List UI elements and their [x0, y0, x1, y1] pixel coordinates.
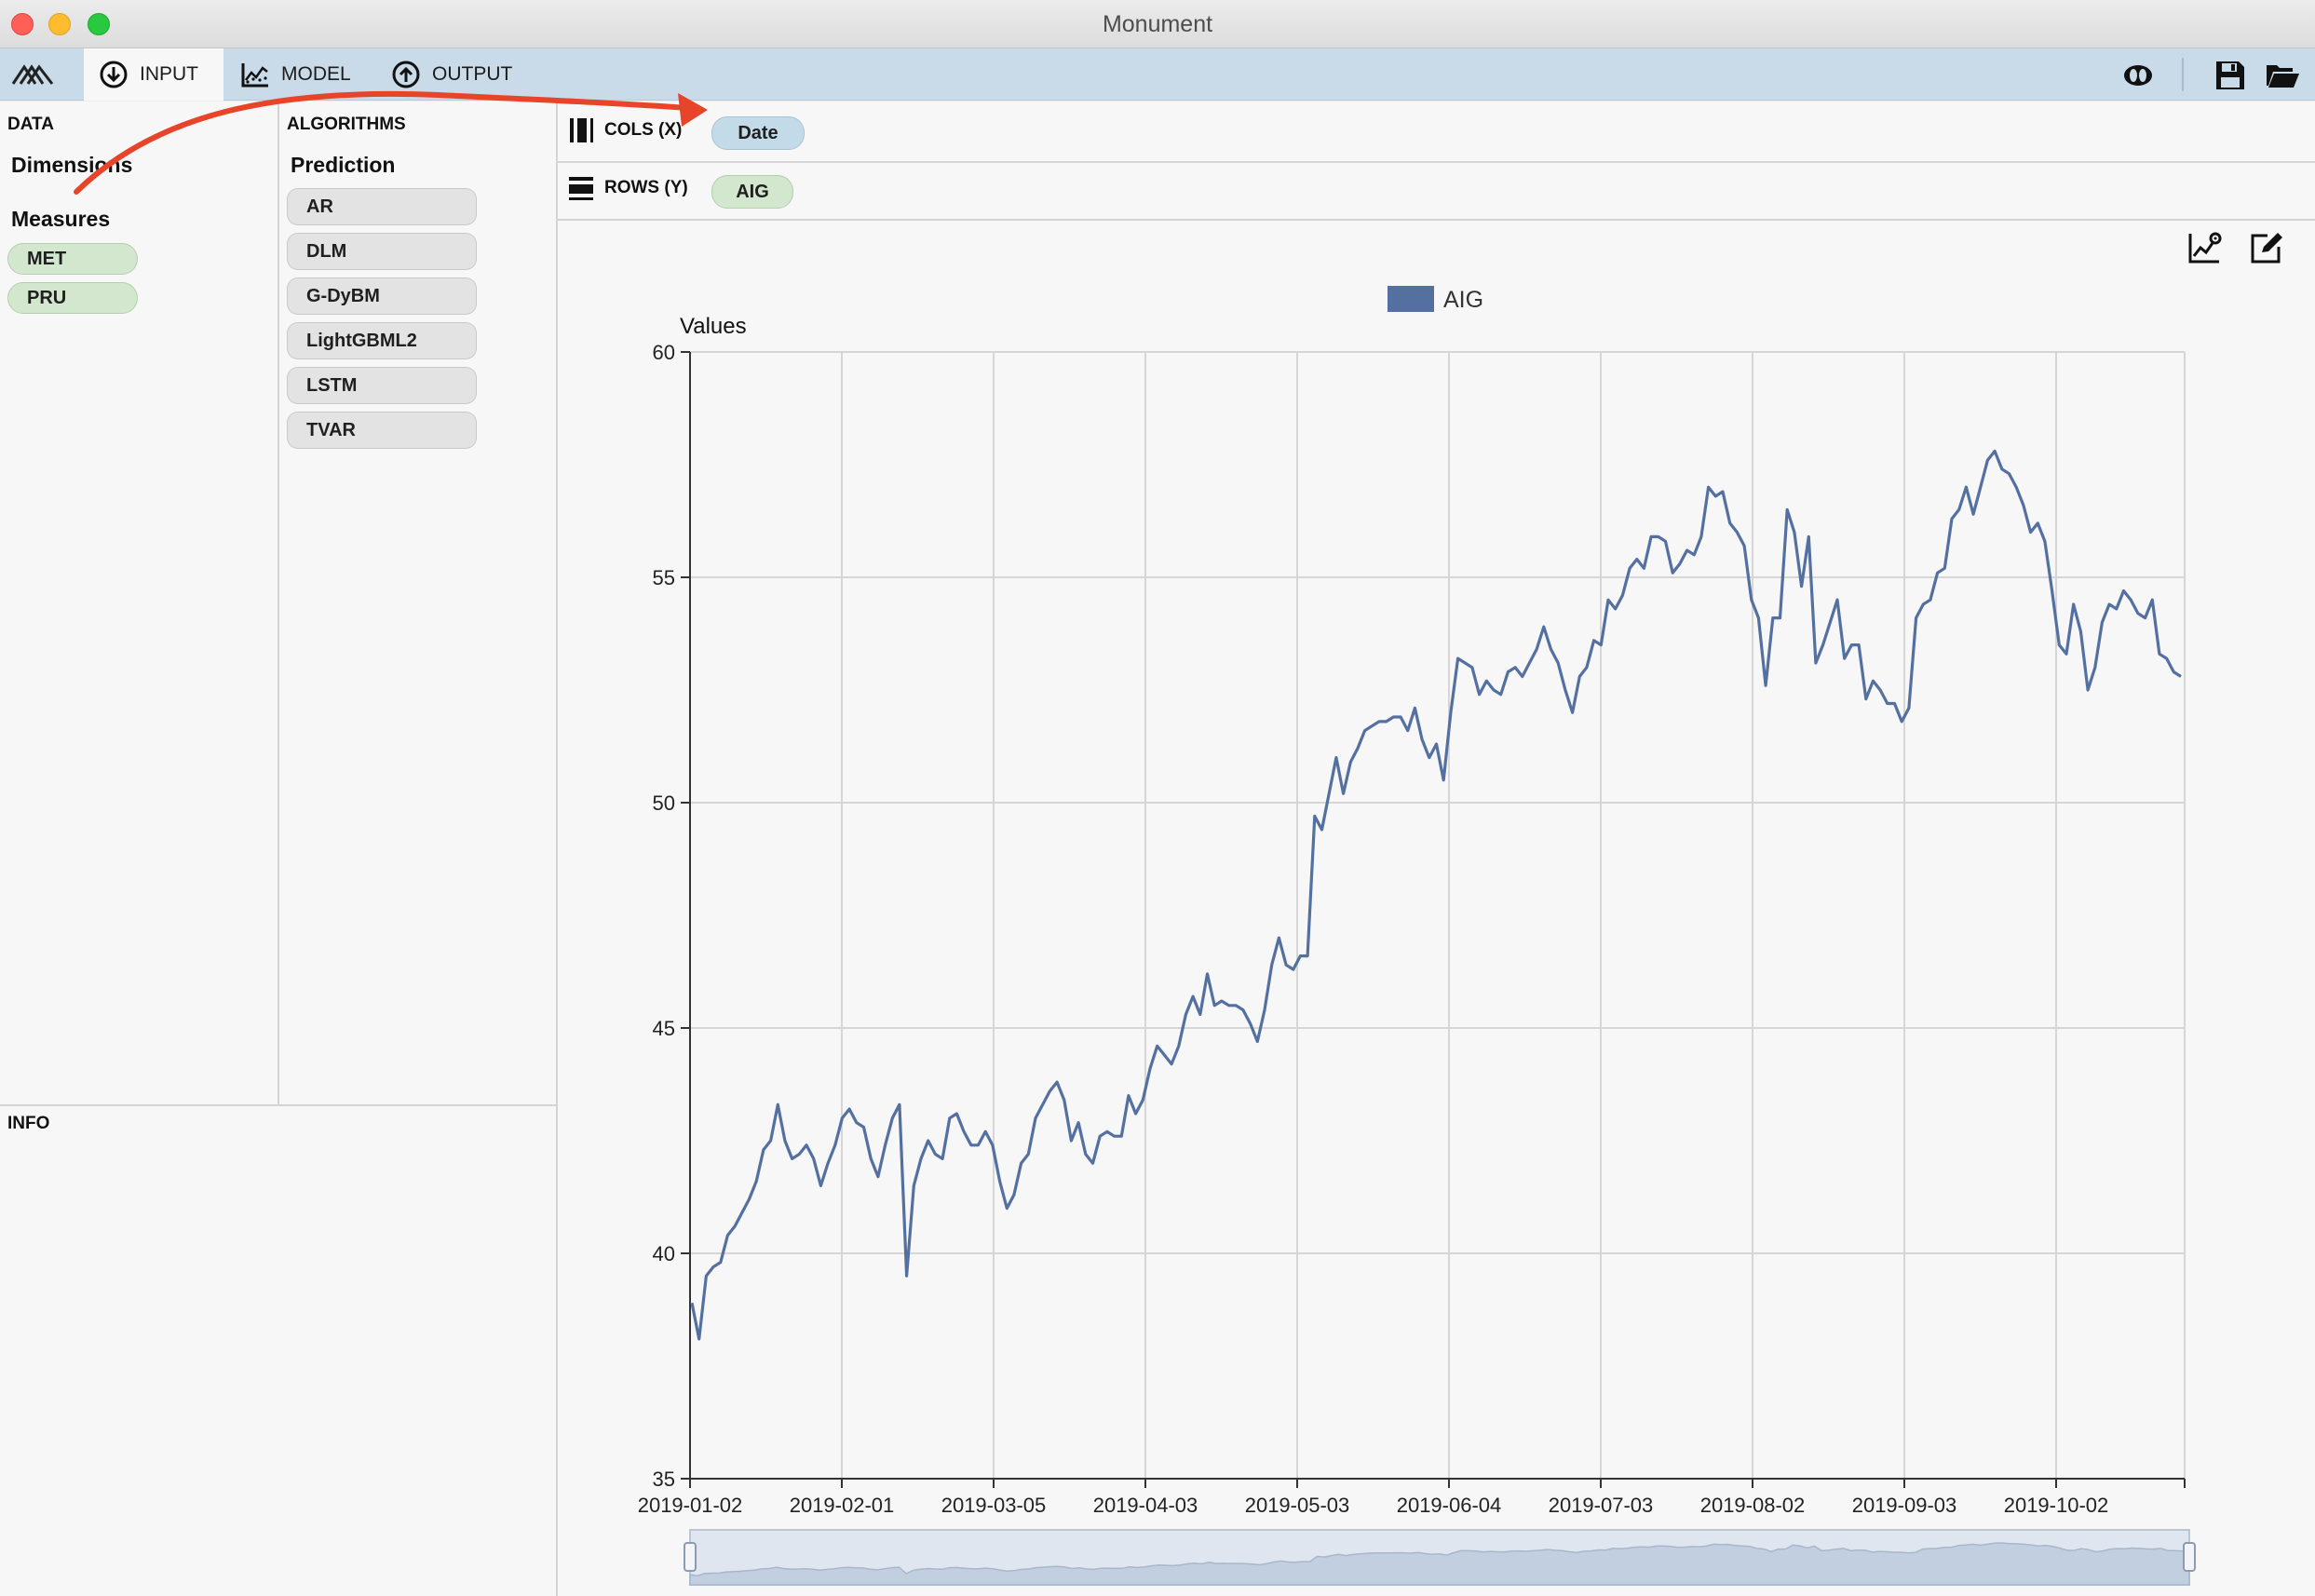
y-tick-label: 55 — [653, 566, 675, 589]
y-tick-label: 35 — [653, 1468, 675, 1491]
y-tick-label: 45 — [653, 1017, 675, 1040]
y-tick-label: 60 — [653, 341, 675, 364]
legend-label-aig: AIG — [1443, 287, 1483, 313]
line-chart: 35 40 45 50 55 60 2019-01-02 2019-02-01 2019-03-… — [638, 286, 2196, 1586]
legend-swatch-aig — [1388, 286, 1434, 312]
x-tick-label: 2019-02-01 — [790, 1494, 895, 1517]
y-tick-label: 40 — [653, 1242, 675, 1265]
y-axis-label: Values — [680, 314, 747, 339]
y-tick-label: 50 — [653, 791, 675, 815]
chart-legend: AIG — [1388, 286, 1483, 313]
zoom-handle-right[interactable] — [2183, 1542, 2196, 1572]
chart-grid — [689, 351, 2186, 1480]
x-tick-label: 2019-04-03 — [1093, 1494, 1198, 1517]
x-tick-label: 2019-05-03 — [1245, 1494, 1350, 1517]
x-tick-label: 2019-06-04 — [1397, 1494, 1502, 1517]
series-line-aig — [690, 449, 2182, 1341]
x-tick-label: 2019-08-02 — [1700, 1494, 1806, 1517]
zoom-handle-left[interactable] — [684, 1542, 697, 1572]
chart-series — [690, 449, 2182, 1341]
chart-axes: 35 40 45 50 55 60 2019-01-02 2019-02-01 2019-03-… — [638, 314, 2186, 1517]
x-tick-label: 2019-01-02 — [638, 1494, 743, 1517]
x-tick-label: 2019-03-05 — [941, 1494, 1047, 1517]
chart-navigator — [684, 1529, 2196, 1586]
x-tick-label: 2019-09-03 — [1852, 1494, 1957, 1517]
x-tick-label: 2019-07-03 — [1549, 1494, 1654, 1517]
x-tick-label: 2019-10-02 — [2004, 1494, 2109, 1517]
